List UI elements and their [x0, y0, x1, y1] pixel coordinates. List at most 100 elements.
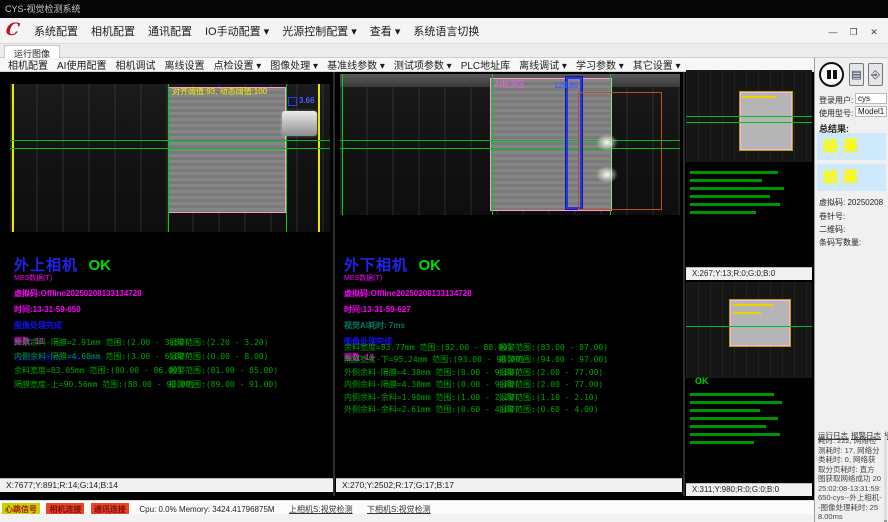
cpu-memory-text: Cpu: 0.0% Memory: 3424.41796875M: [139, 505, 274, 514]
toolbar-item[interactable]: PLC地址库: [461, 61, 510, 72]
yellow-guide-line: [12, 84, 14, 232]
qr-code-label: 二维码:: [819, 224, 845, 235]
green-measure-line: [686, 116, 812, 117]
view-divider: [333, 72, 335, 496]
window-bottom-strip: [0, 514, 814, 522]
toolbar-item[interactable]: 点检设置 ▾: [213, 61, 261, 72]
close-button[interactable]: ✕: [866, 19, 882, 45]
measure-row: 余料宽度=83.77mm 范围:(82.00 - 88.00)报警范围:(83.…: [344, 342, 659, 354]
result-box-upper: 结果: [817, 133, 886, 160]
side-panel: ▤ ⎆ 登录用户: cys 使用型号: Model1 总结果: 结果 结果 虚拟…: [814, 58, 888, 522]
right-camera-image[interactable]: AI检测区 128.80: [340, 74, 680, 215]
left-coordinate-bar: X:7677;Y:891;R:14;G:14;B:14: [0, 478, 333, 492]
toolbar-item[interactable]: 其它设置 ▾: [633, 61, 681, 72]
log-scrollbar[interactable]: [884, 436, 887, 522]
green-measure-line: [686, 326, 812, 327]
needle-number-label: 卷针号:: [819, 211, 845, 222]
menu-items: 系统配置 相机配置 通讯配置 IO手动配置 ▾ 光源控制配置 ▾ 查看 ▾ 系统语言切换: [34, 18, 492, 44]
minimize-button[interactable]: —: [825, 19, 841, 45]
login-switch-icon-button[interactable]: ⎆: [868, 63, 883, 86]
camera-device-icon-button[interactable]: ▤: [849, 63, 864, 86]
tab-strip: 运行图像: [0, 44, 888, 58]
measure-row: 外侧余料-余料=2.61mm 范围:(0.60 - 4.00)报警范围:(0.6…: [344, 404, 659, 416]
timestamp: 时间:13-31-59-627: [344, 304, 662, 315]
app-logo-icon: C: [5, 20, 21, 40]
thumb-bottom-coordinate-bar: X:311;Y:980;R:0;G:0;B:0: [686, 483, 812, 496]
maximize-button[interactable]: ❐: [846, 19, 862, 45]
virtual-code: 虚拟码:Offline20250208133134728: [344, 288, 662, 299]
ai-region-label: AI检测区: [494, 79, 526, 90]
menu-item[interactable]: 系统配置: [34, 26, 78, 38]
left-camera-image[interactable]: 3.66 对齐阈值:93, 动态阈值:100: [10, 84, 330, 232]
measure-row: 隔膜宽度-上=90.56mm 范围:(88.00 - 92.00)报警范围:(8…: [14, 379, 329, 393]
login-user-label: 登录用户:: [819, 95, 853, 106]
ai-elapsed: 视觉AI耗时: 7ms: [344, 320, 662, 331]
toolbar-item[interactable]: 测试项参数 ▾: [394, 61, 452, 72]
model-field[interactable]: Model1: [855, 106, 887, 117]
camera-title: 外下相机: [344, 257, 408, 274]
toolbar-item[interactable]: 图像处理 ▾: [270, 61, 318, 72]
result-status: OK: [88, 257, 111, 274]
blue-measure-value: 128.80: [554, 81, 578, 90]
toolbar-item[interactable]: AI使用配置: [57, 61, 106, 72]
toolbar-item[interactable]: 相机配置: [8, 61, 48, 72]
result-box-lower: 结果: [817, 164, 886, 191]
toolbar-item[interactable]: 学习参数 ▾: [576, 61, 624, 72]
green-edge-line: [286, 84, 287, 232]
threshold-overlay-text: 对齐阈值:93, 动态阈值:100: [172, 86, 267, 97]
measure-row: 内侧余料-隔膜=4.60mm 范围:(3.00 - 6.00)报警范围:(0.0…: [14, 351, 329, 365]
overlay-text-mark: [742, 96, 776, 98]
product-region: [730, 300, 790, 346]
thumbnail-view-top[interactable]: [686, 70, 812, 267]
window-controls: — ❐ ✕: [825, 18, 882, 44]
reflection-glow: [596, 134, 618, 151]
camera-title: 外上相机: [14, 257, 78, 274]
log-text: 耗时: 222, 网络检测耗时: 17, 网络分类耗时: 0, 网络获取分页耗时…: [818, 436, 882, 522]
status-bar: 心跳信号 相机连接 通讯连接 Cpu: 0.0% Memory: 3424.41…: [0, 500, 814, 514]
toolbar-item[interactable]: 离线调试 ▾: [519, 61, 567, 72]
overlay-text-mark: [733, 312, 761, 314]
green-edge-line: [168, 84, 169, 232]
reflection-glow: [596, 166, 618, 183]
menu-item[interactable]: 光源控制配置 ▾: [282, 26, 357, 38]
titlebar: CYS-视觉检测系统: [0, 0, 888, 18]
barcode-count-label: 条码写数量:: [819, 237, 861, 248]
upper-camera-status-link[interactable]: 上相机S:视觉检测: [289, 505, 353, 514]
view-divider: [683, 72, 685, 496]
measure-row: 内侧余料-余料=1.90mm 范围:(1.00 - 2.20)报警范围:(1.1…: [344, 392, 659, 404]
left-measurements: 外侧余料-隔膜=2.91mm 范围:(2.00 - 3.50)报警范围:(2.2…: [14, 337, 329, 393]
right-measurements: 余料宽度=83.77mm 范围:(82.00 - 88.00)报警范围:(83.…: [344, 342, 659, 416]
green-edge-line: [492, 74, 493, 215]
toolbar-item[interactable]: 离线设置: [164, 61, 204, 72]
toolbar-item[interactable]: 基准线参数 ▾: [327, 61, 385, 72]
result-text-lines: [686, 166, 796, 214]
model-label: 使用型号:: [819, 108, 853, 119]
green-measure-line: [10, 140, 330, 141]
overlay-text-mark: [733, 304, 773, 306]
window-title: CYS-视觉检测系统: [5, 4, 81, 14]
thumb-top-coordinate-bar: X:267;Y:13;R:0;G:0;B:0: [686, 267, 812, 280]
lower-camera-status-link[interactable]: 下相机S:视觉检测: [367, 505, 431, 514]
virtual-code: 虚拟码:Offline20250208133134728: [14, 288, 332, 299]
toolbar-item[interactable]: 相机调试: [115, 61, 155, 72]
sensor-arm: [282, 111, 317, 136]
menu-item[interactable]: IO手动配置 ▾: [205, 26, 269, 38]
product-region: [168, 87, 286, 213]
timestamp: 时间:13-31-59-650: [14, 304, 332, 315]
menu-item[interactable]: 通讯配置: [148, 26, 192, 38]
menu-item[interactable]: 查看 ▾: [370, 26, 401, 38]
menu-item[interactable]: 相机配置: [91, 26, 135, 38]
green-edge-line: [342, 74, 343, 215]
result-status: OK: [418, 257, 441, 274]
measure-row: 外侧余料-隔膜=4.38mm 范围:(0.00 - 9.00)报警范围:(2.0…: [344, 367, 659, 379]
measure-row: 外侧余料-隔膜=2.91mm 范围:(2.00 - 3.50)报警范围:(2.2…: [14, 337, 329, 351]
pause-button[interactable]: [819, 62, 844, 87]
thumbnail-view-bottom[interactable]: OK: [686, 282, 812, 483]
login-user-field[interactable]: cys: [855, 93, 887, 104]
virtual-code-value: 20250208: [847, 198, 883, 207]
menu-item[interactable]: 系统语言切换: [413, 26, 479, 38]
right-coordinate-bar: X:270;Y:2502;R:17;G:17;B:17: [336, 478, 682, 492]
product-region: [740, 92, 792, 150]
thumbnail-image: [686, 70, 812, 162]
measure-row: 内侧余料-隔膜=4.38mm 范围:(0.00 - 9.00)报警范围:(2.0…: [344, 379, 659, 391]
